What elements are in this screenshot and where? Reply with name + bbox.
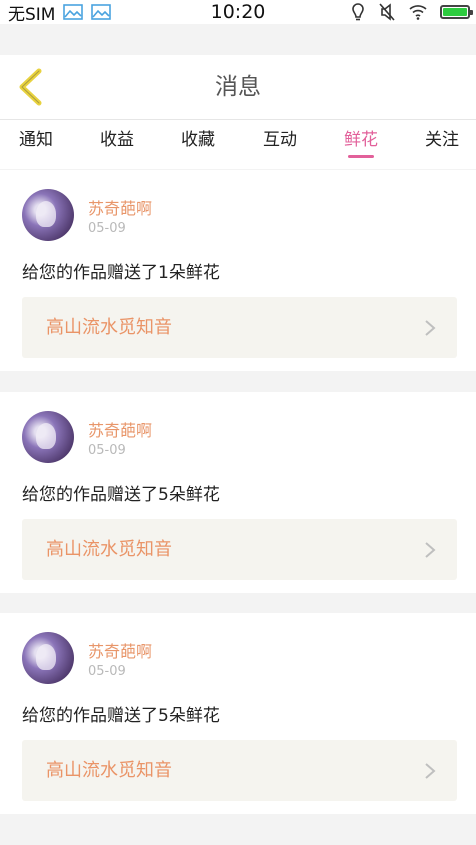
tab-flowers[interactable]: 鲜花 bbox=[329, 120, 393, 170]
tab-label: 通知 bbox=[19, 130, 53, 150]
work-link[interactable]: 高山流水觅知音 bbox=[22, 519, 457, 580]
page-title: 消息 bbox=[215, 74, 261, 100]
message-text: 给您的作品赠送了5朵鲜花 bbox=[22, 485, 220, 505]
message-date: 05-09 bbox=[88, 664, 126, 679]
work-title: 高山流水觅知音 bbox=[46, 317, 172, 338]
avatar[interactable] bbox=[22, 632, 74, 684]
list-item: 苏奇葩啊 05-09 给您的作品赠送了5朵鲜花 高山流水觅知音 bbox=[0, 613, 476, 814]
work-link[interactable]: 高山流水觅知音 bbox=[22, 297, 457, 358]
tab-favorites[interactable]: 收藏 bbox=[166, 120, 230, 170]
location-icon bbox=[352, 3, 364, 21]
chevron-right-icon bbox=[425, 542, 436, 558]
username[interactable]: 苏奇葩啊 bbox=[88, 417, 152, 441]
username[interactable]: 苏奇葩啊 bbox=[88, 195, 152, 219]
chevron-right-icon bbox=[425, 763, 436, 779]
tab-notice[interactable]: 通知 bbox=[4, 120, 68, 170]
tab-bar: 通知 收益 收藏 互动 鲜花 关注 bbox=[0, 119, 476, 169]
avatar[interactable] bbox=[22, 411, 74, 463]
status-right bbox=[350, 0, 473, 24]
header: 消息 bbox=[0, 55, 476, 119]
tab-label: 鲜花 bbox=[344, 130, 378, 150]
message-text: 给您的作品赠送了5朵鲜花 bbox=[22, 706, 220, 726]
status-bar: 无SIM 10:20 bbox=[0, 0, 476, 25]
tab-label: 关注 bbox=[425, 130, 459, 150]
username[interactable]: 苏奇葩啊 bbox=[88, 638, 152, 662]
work-link[interactable]: 高山流水觅知音 bbox=[22, 740, 457, 801]
work-title: 高山流水觅知音 bbox=[46, 760, 172, 781]
tab-follow[interactable]: 关注 bbox=[410, 120, 474, 170]
list-item: 苏奇葩啊 05-09 给您的作品赠送了5朵鲜花 高山流水觅知音 bbox=[0, 392, 476, 593]
chevron-right-icon bbox=[425, 320, 436, 336]
battery-icon bbox=[440, 5, 473, 19]
tab-interaction[interactable]: 互动 bbox=[248, 120, 312, 170]
tab-earnings[interactable]: 收益 bbox=[85, 120, 149, 170]
wifi-icon bbox=[409, 5, 427, 20]
tab-label: 收益 bbox=[100, 130, 134, 150]
list-item: 苏奇葩啊 05-09 给您的作品赠送了1朵鲜花 高山流水觅知音 bbox=[0, 170, 476, 371]
message-date: 05-09 bbox=[88, 221, 126, 236]
work-title: 高山流水觅知音 bbox=[46, 539, 172, 560]
mute-icon bbox=[379, 3, 395, 21]
message-text: 给您的作品赠送了1朵鲜花 bbox=[22, 263, 220, 283]
avatar[interactable] bbox=[22, 189, 74, 241]
active-tab-indicator bbox=[348, 155, 374, 158]
tab-label: 互动 bbox=[263, 130, 297, 150]
message-date: 05-09 bbox=[88, 443, 126, 458]
tab-label: 收藏 bbox=[181, 130, 215, 150]
